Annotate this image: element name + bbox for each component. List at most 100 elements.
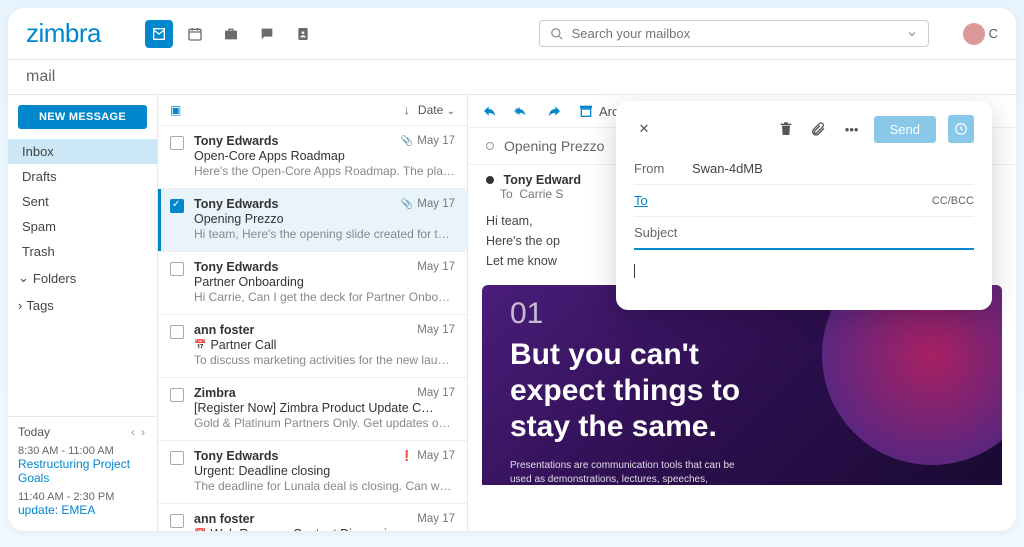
subject-label: Subject [634, 225, 682, 240]
message-from: ann foster [194, 323, 254, 337]
message-date: 📎May 17 [401, 134, 455, 148]
message-row[interactable]: Tony EdwardsMay 17Partner OnboardingHi C… [158, 252, 467, 315]
hero-number: 01 [510, 297, 543, 331]
avatar [963, 23, 985, 45]
search-input[interactable] [572, 26, 898, 41]
message-checkbox[interactable] [170, 388, 184, 402]
logo: zimbra [26, 18, 101, 49]
message-row[interactable]: Tony Edwards❗May 17Urgent: Deadline clos… [158, 441, 467, 504]
hero-subtitle: Presentations are communication tools th… [510, 459, 740, 485]
message-subject: [Register Now] Zimbra Product Update C… [194, 401, 455, 415]
compose-panel: ✕ ••• Send From Swan-4dMB To CC/BCC [616, 101, 992, 310]
nav-mail-icon[interactable] [145, 20, 173, 48]
compose-body[interactable] [634, 250, 974, 280]
priority-icon: ❗ [401, 451, 413, 462]
calendar-prev-icon[interactable]: ‹ [129, 425, 137, 439]
folder-inbox[interactable]: Inbox [8, 139, 157, 164]
search-box[interactable] [539, 20, 929, 47]
message-preview: Here's the Open-Core Apps Roadmap. The p… [194, 164, 455, 178]
message-date: May 17 [417, 260, 455, 274]
message-preview: To discuss marketing activities for the … [194, 353, 455, 367]
message-date: May 17 [417, 323, 455, 337]
message-checkbox[interactable] [170, 136, 184, 150]
message-preview: The deadline for Lunala deal is closing.… [194, 479, 455, 493]
folder-drafts[interactable]: Drafts [8, 164, 157, 189]
calendar-day-label: Today [18, 425, 50, 439]
chevron-down-icon: ⌄ [447, 106, 455, 117]
message-preview: Hi team, Here's the opening slide create… [194, 227, 455, 241]
attachment-icon: 📎 [401, 136, 413, 147]
breadcrumb: mail [8, 60, 1016, 95]
reader-from: Tony Edward [503, 173, 581, 187]
unread-dot-icon [486, 142, 494, 150]
message-checkbox[interactable] [170, 199, 184, 213]
sort-arrow-icon[interactable]: ↓ [404, 103, 410, 117]
message-checkbox[interactable] [170, 514, 184, 528]
to-label[interactable]: To [634, 193, 682, 208]
chevron-down-icon[interactable] [906, 28, 918, 40]
send-button[interactable]: Send [874, 116, 936, 143]
message-checkbox[interactable] [170, 325, 184, 339]
user-initial: C [989, 26, 998, 41]
message-row[interactable]: ann fosterMay 17📅 Web Revamp: Content Di… [158, 504, 467, 531]
archive-icon [578, 103, 594, 119]
message-from: Tony Edwards [194, 260, 279, 274]
folder-trash[interactable]: Trash [8, 239, 157, 264]
sort-label[interactable]: Date ⌄ [418, 103, 455, 117]
section-folders[interactable]: ⌄Folders [8, 264, 157, 292]
message-date: ❗May 17 [401, 449, 455, 463]
hero-slide: 01 But you can't expect things to stay t… [482, 285, 1002, 485]
message-from: Tony Edwards [194, 134, 279, 148]
folder-spam[interactable]: Spam [8, 214, 157, 239]
user-menu[interactable]: C [953, 23, 998, 45]
from-value[interactable]: Swan-4dMB [692, 161, 974, 176]
reply-icon[interactable] [482, 103, 498, 119]
calendar-next-icon[interactable]: › [139, 425, 147, 439]
event-title[interactable]: Restructuring Project Goals [18, 457, 147, 485]
calendar-icon: 📅 [194, 340, 206, 351]
select-all-icon[interactable]: ▣ [170, 103, 181, 117]
event-time: 11:40 AM - 2:30 PM [18, 491, 147, 503]
section-tags[interactable]: ›Tags [8, 292, 157, 319]
message-subject: 📅 Partner Call [194, 338, 455, 352]
message-checkbox[interactable] [170, 451, 184, 465]
schedule-icon[interactable] [948, 115, 974, 143]
message-from: Zimbra [194, 386, 236, 400]
search-icon [550, 27, 564, 41]
chevron-down-icon: ⌄ [18, 270, 29, 286]
message-from: ann foster [194, 512, 254, 526]
message-row[interactable]: ann foster May 17📅 Partner CallTo discuss… [158, 315, 467, 378]
event-title[interactable]: update: EMEA [18, 503, 147, 517]
message-row[interactable]: Tony Edwards📎May 17Opening PrezzoHi team… [158, 189, 467, 252]
trash-icon[interactable] [778, 121, 798, 137]
message-date: 📎May 17 [401, 197, 455, 211]
nav-briefcase-icon[interactable] [217, 20, 245, 48]
hero-title: But you can't expect things to stay the … [510, 337, 770, 445]
message-subject: 📅 Web Revamp: Content Discussion [194, 527, 455, 531]
attachment-icon: 📎 [401, 199, 413, 210]
message-from: Tony Edwards [194, 449, 279, 463]
close-icon[interactable]: ✕ [634, 121, 654, 137]
message-preview: Hi Carrie, Can I get the deck for Partne… [194, 290, 455, 304]
message-row[interactable]: Tony Edwards 📎May 17Open-Core Apps Roadma… [158, 126, 467, 189]
nav-contacts-icon[interactable] [289, 20, 317, 48]
nav-chat-icon[interactable] [253, 20, 281, 48]
chevron-right-icon: › [18, 298, 22, 313]
more-icon[interactable]: ••• [842, 122, 862, 137]
message-date: May 17 [417, 386, 455, 400]
reply-all-icon[interactable] [514, 103, 530, 119]
message-row[interactable]: Zimbra May 17[Register Now] Zimbra Produc… [158, 378, 467, 441]
folder-sent[interactable]: Sent [8, 189, 157, 214]
message-from: Tony Edwards [194, 197, 279, 211]
new-message-button[interactable]: NEW MESSAGE [18, 105, 147, 129]
message-checkbox[interactable] [170, 262, 184, 276]
message-subject: Open-Core Apps Roadmap [194, 149, 455, 163]
attachment-icon[interactable] [810, 121, 830, 137]
from-label: From [634, 161, 682, 176]
cc-bcc-toggle[interactable]: CC/BCC [932, 195, 974, 207]
nav-calendar-icon[interactable] [181, 20, 209, 48]
message-preview: Gold & Platinum Partners Only. Get updat… [194, 416, 455, 430]
reader-subject: Opening Prezzo [504, 138, 604, 154]
calendar-icon: 📅 [194, 529, 206, 532]
forward-icon[interactable] [546, 103, 562, 119]
